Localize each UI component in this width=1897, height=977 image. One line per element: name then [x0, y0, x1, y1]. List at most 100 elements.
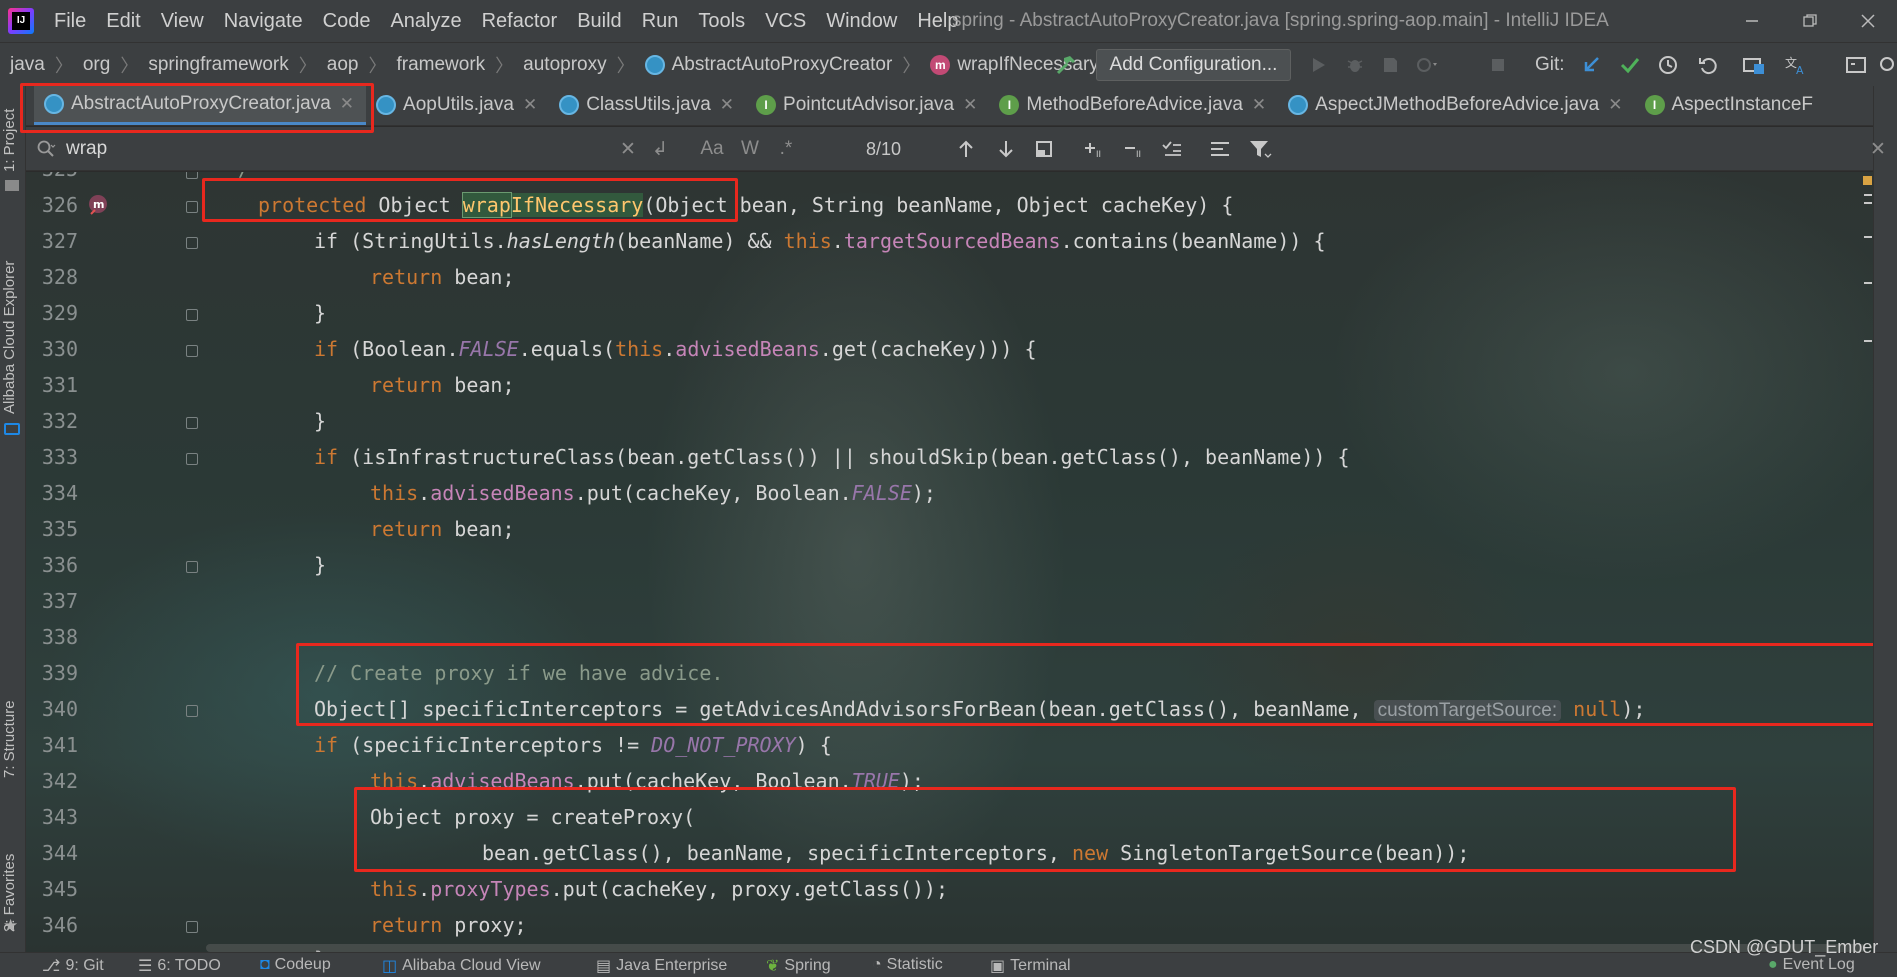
run-icon[interactable]	[1304, 51, 1332, 79]
select-all-occurrences-icon[interactable]	[1030, 135, 1058, 163]
select-all-matches-icon[interactable]	[1158, 135, 1186, 163]
fold-marker-icon[interactable]	[186, 201, 198, 213]
close-icon[interactable]: ✕	[720, 95, 734, 115]
git-rollback-icon[interactable]	[1694, 51, 1722, 79]
scrollbar-warning-marker[interactable]	[1863, 176, 1872, 185]
fold-marker-icon[interactable]	[186, 705, 198, 717]
structure-tool-button[interactable]: 7: Structure	[1, 700, 18, 778]
scrollbar-match-marker[interactable]	[1864, 194, 1872, 196]
java-enterprise-tool-button[interactable]: ▤ Java Enterprise	[596, 956, 727, 976]
fold-marker-icon[interactable]	[186, 561, 198, 573]
scrollbar-match-marker[interactable]	[1864, 236, 1872, 238]
code-editor[interactable]: 325 326 327 328 329 330 331 332 333 334 …	[26, 172, 1873, 952]
project-tool-button[interactable]: 1: Project	[1, 109, 18, 172]
fold-marker-icon[interactable]	[186, 172, 198, 179]
override-method-icon[interactable]: m	[86, 192, 110, 216]
scrollbar-match-marker[interactable]	[1864, 282, 1872, 284]
tab-aspectj-method-before-advice[interactable]: AspectJMethodBeforeAdvice.java ✕	[1278, 86, 1634, 125]
clear-search-icon[interactable]: ✕	[614, 135, 642, 163]
todo-tool-button[interactable]: ☰ 6: TODO	[138, 956, 221, 976]
match-case-button[interactable]: Aa	[698, 135, 726, 163]
fold-marker-icon[interactable]	[186, 345, 198, 357]
search-everywhere-icon[interactable]	[1874, 51, 1897, 79]
multiline-icon[interactable]	[1206, 135, 1234, 163]
filter-icon[interactable]	[1246, 135, 1274, 163]
search-input[interactable]	[66, 135, 666, 163]
close-icon[interactable]: ✕	[1252, 95, 1266, 115]
tab-class-utils[interactable]: ClassUtils.java ✕	[549, 86, 746, 125]
restore-icon[interactable]	[1781, 0, 1839, 42]
scrollbar-match-marker[interactable]	[1864, 202, 1872, 204]
project-structure-icon[interactable]	[1740, 51, 1768, 79]
translate-icon[interactable]: 文A	[1782, 51, 1810, 79]
minimize-icon[interactable]	[1723, 0, 1781, 42]
menu-view[interactable]: View	[151, 0, 214, 42]
tab-aspect-instance-factory[interactable]: I AspectInstanceF	[1635, 86, 1826, 125]
menu-vcs[interactable]: VCS	[755, 0, 816, 42]
previous-occurrence-icon[interactable]	[952, 135, 980, 163]
breadcrumb-autoproxy[interactable]: autoproxy	[523, 54, 606, 76]
breadcrumb-aop[interactable]: aop	[327, 54, 359, 76]
menu-analyze[interactable]: Analyze	[380, 0, 471, 42]
build-hammer-icon[interactable]	[1052, 51, 1080, 79]
tab-method-before-advice[interactable]: I MethodBeforeAdvice.java ✕	[989, 86, 1278, 125]
close-icon[interactable]: ✕	[963, 95, 977, 115]
alibaba-cloud-explorer-tool-button[interactable]: Alibaba Cloud Explorer	[1, 261, 18, 414]
menu-build[interactable]: Build	[567, 0, 631, 42]
fold-marker-icon[interactable]	[186, 417, 198, 429]
menu-refactor[interactable]: Refactor	[472, 0, 568, 42]
alibaba-cloud-view-tool-button[interactable]: ◫ Alibaba Cloud View	[382, 956, 541, 976]
whole-words-button[interactable]: W	[736, 135, 764, 163]
menu-tools[interactable]: Tools	[688, 0, 755, 42]
line-number: 337	[41, 589, 78, 613]
fold-marker-icon[interactable]	[186, 309, 198, 321]
breadcrumb-org[interactable]: org	[83, 54, 110, 76]
profile-icon[interactable]	[1414, 51, 1442, 79]
git-tool-button[interactable]: ⎇ 9: Git	[42, 956, 104, 976]
menu-code[interactable]: Code	[313, 0, 381, 42]
class-icon	[376, 95, 397, 115]
line-number: 330	[41, 337, 78, 361]
breadcrumb-label: aop	[326, 53, 359, 75]
regex-button[interactable]: .*	[772, 135, 800, 163]
menu-edit[interactable]: Edit	[96, 0, 150, 42]
coverage-icon[interactable]	[1376, 51, 1404, 79]
close-window-icon[interactable]	[1839, 0, 1897, 42]
debug-icon[interactable]	[1341, 51, 1369, 79]
menu-window[interactable]: Window	[816, 0, 907, 42]
stop-icon[interactable]	[1484, 51, 1512, 79]
next-occurrence-icon[interactable]	[992, 135, 1020, 163]
close-icon[interactable]: ✕	[523, 95, 537, 115]
event-log-button[interactable]: ● Event Log	[1768, 956, 1855, 974]
new-line-icon[interactable]: ↲	[646, 135, 674, 163]
fold-marker-icon[interactable]	[186, 453, 198, 465]
git-commit-icon[interactable]	[1616, 51, 1644, 79]
git-update-icon[interactable]	[1578, 51, 1606, 79]
scrollbar-match-marker[interactable]	[1864, 340, 1872, 342]
spring-tool-button[interactable]: ❦ Spring	[766, 956, 831, 976]
breadcrumb-class[interactable]: AbstractAutoProxyCreator	[644, 54, 892, 76]
statistic-tool-button[interactable]: ◔ Statistic	[872, 956, 943, 974]
presentation-icon[interactable]	[1842, 51, 1870, 79]
search-icon[interactable]	[32, 135, 60, 163]
menu-run[interactable]: Run	[632, 0, 689, 42]
close-icon[interactable]: ✕	[1608, 95, 1622, 115]
fold-marker-icon[interactable]	[186, 237, 198, 249]
add-occurrence-icon[interactable]: II	[1080, 135, 1108, 163]
git-history-icon[interactable]	[1654, 51, 1682, 79]
remove-occurrence-icon[interactable]: II	[1120, 135, 1148, 163]
tab-aop-utils[interactable]: AopUtils.java ✕	[366, 86, 549, 125]
tab-pointcut-advisor[interactable]: I PointcutAdvisor.java ✕	[746, 86, 989, 125]
fold-marker-icon[interactable]	[186, 921, 198, 933]
terminal-tool-button[interactable]: ▣ Terminal	[990, 956, 1071, 976]
breadcrumb-framework[interactable]: framework	[396, 54, 485, 76]
close-find-bar-icon[interactable]: ✕	[1864, 135, 1892, 163]
add-configuration-button[interactable]: Add Configuration...	[1096, 49, 1291, 81]
breadcrumb-springframework[interactable]: springframework	[148, 54, 288, 76]
breadcrumb-java[interactable]: java	[10, 54, 45, 76]
code-line-336: }	[314, 553, 326, 577]
codeup-tool-button[interactable]: ◘ Codeup	[260, 956, 331, 974]
menu-navigate[interactable]: Navigate	[214, 0, 313, 42]
menu-file[interactable]: File	[44, 0, 96, 42]
horizontal-scrollbar[interactable]	[206, 944, 1866, 952]
